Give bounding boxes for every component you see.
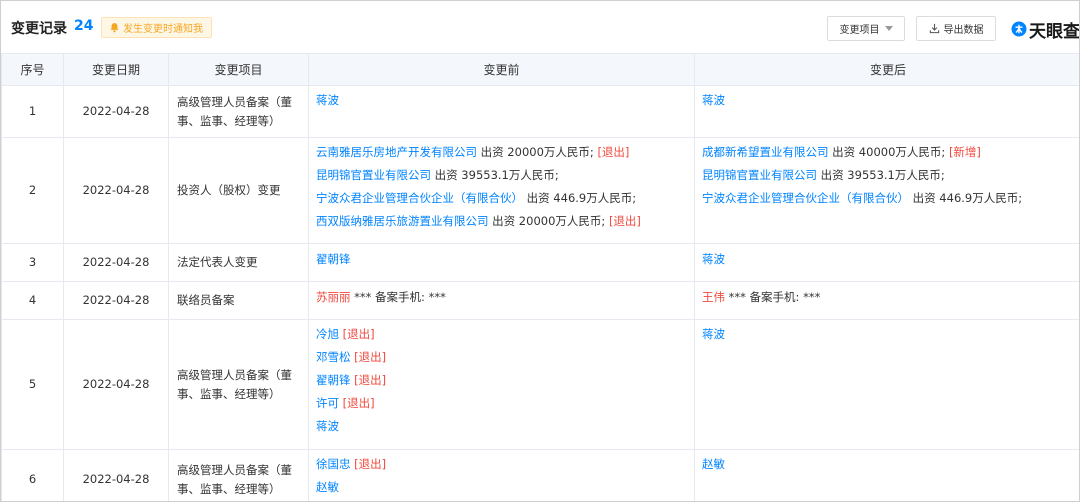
row-change-item: 高级管理人员备案（董事、监事、经理等） (168, 449, 309, 501)
company-link[interactable]: 西双版纳雅居乐旅游置业有限公司 (316, 214, 489, 228)
liaison-name: 苏丽丽 (316, 290, 351, 304)
table-row: 2 2022-04-28 投资人（股权）变更 云南雅居乐房地产开发有限公司 出资… (1, 137, 1079, 244)
investment-text: 出资 39553.1万人民币; (431, 168, 559, 182)
liaison-name: 王伟 (702, 290, 725, 304)
tianyancha-logo-icon (1011, 21, 1027, 37)
row-date: 2022-04-28 (63, 319, 169, 450)
investment-text: 出资 446.9万人民币; (909, 191, 1023, 205)
row-before: 蒋波 (308, 85, 695, 138)
row-before: 苏丽丽 *** 备案手机: *** (308, 281, 695, 320)
liaison-detail: *** 备案手机: *** (725, 290, 821, 304)
person-link[interactable]: 蒋波 (702, 93, 725, 107)
row-change-item: 高级管理人员备案（董事、监事、经理等） (168, 319, 309, 450)
row-before: 云南雅居乐房地产开发有限公司 出资 20000万人民币; [退出] 昆明锦官置业… (308, 137, 695, 244)
bell-icon (110, 23, 119, 33)
panel-title: 变更记录 (11, 21, 67, 37)
table-row: 4 2022-04-28 联络员备案 苏丽丽 *** 备案手机: *** 王伟 … (1, 281, 1079, 320)
person-link[interactable]: 翟朝锋 (316, 373, 351, 387)
export-data-button[interactable]: 导出数据 (916, 16, 996, 41)
person-link[interactable]: 赵敏 (316, 480, 339, 494)
investment-text: 出资 446.9万人民币; (523, 191, 637, 205)
company-link[interactable]: 昆明锦官置业有限公司 (316, 168, 431, 182)
row-index: 5 (1, 319, 64, 450)
investment-text: 出资 20000万人民币; (477, 145, 598, 159)
investment-text: 出资 20000万人民币; (488, 214, 609, 228)
person-link[interactable]: 蒋波 (316, 419, 339, 433)
row-after: 蒋波 (694, 85, 1079, 138)
row-index: 2 (1, 137, 64, 244)
row-after: 赵敏 (694, 449, 1079, 501)
exit-tag: [退出] (608, 214, 641, 228)
column-header-after: 变更后 (694, 53, 1079, 86)
row-after: 王伟 *** 备案手机: *** (694, 281, 1079, 320)
row-date: 2022-04-28 (63, 243, 169, 282)
company-link[interactable]: 宁波众君企业管理合伙企业（有限合伙） (316, 191, 523, 205)
column-header-index: 序号 (1, 53, 64, 86)
person-link[interactable]: 蒋波 (316, 93, 339, 107)
change-records-panel: 变更记录 24 发生变更时通知我 变更项目 导出数据 天眼查 序号 变更日期 变… (0, 0, 1080, 502)
caret-down-icon (884, 26, 893, 31)
company-link[interactable]: 昆明锦官置业有限公司 (702, 168, 817, 182)
person-link[interactable]: 蒋波 (702, 327, 725, 341)
row-index: 4 (1, 281, 64, 320)
column-header-item: 变更项目 (168, 53, 309, 86)
notify-me-button[interactable]: 发生变更时通知我 (101, 17, 212, 38)
row-index: 6 (1, 449, 64, 501)
row-before: 冷旭 [退出] 邓雪松 [退出] 翟朝锋 [退出] 许可 [退出] 蒋波 (308, 319, 695, 450)
person-link[interactable]: 冷旭 (316, 327, 339, 341)
exit-tag: [退出] (597, 145, 630, 159)
company-link[interactable]: 云南雅居乐房地产开发有限公司 (316, 145, 477, 159)
row-change-item: 高级管理人员备案（董事、监事、经理等） (168, 85, 309, 138)
column-header-before: 变更前 (308, 53, 695, 86)
person-link[interactable]: 许可 (316, 396, 339, 410)
row-before: 翟朝锋 (308, 243, 695, 282)
person-link[interactable]: 翟朝锋 (316, 252, 351, 266)
notify-me-label: 发生变更时通知我 (123, 24, 203, 35)
exit-tag: [退出] (354, 350, 387, 364)
person-link[interactable]: 徐国忠 (316, 457, 351, 471)
row-change-item: 投资人（股权）变更 (168, 137, 309, 244)
company-link[interactable]: 宁波众君企业管理合伙企业（有限合伙） (702, 191, 909, 205)
investment-text: 出资 40000万人民币; (828, 145, 949, 159)
row-date: 2022-04-28 (63, 137, 169, 244)
brand-name: 天眼查 (1029, 21, 1080, 42)
row-date: 2022-04-28 (63, 281, 169, 320)
table-row: 1 2022-04-28 高级管理人员备案（董事、监事、经理等） 蒋波 蒋波 (1, 85, 1079, 138)
new-tag: [新增] (948, 145, 981, 159)
exit-tag: [退出] (354, 373, 387, 387)
change-records-table: 序号 变更日期 变更项目 变更前 变更后 1 2022-04-28 高级管理人员… (1, 53, 1079, 501)
table-header-row: 序号 变更日期 变更项目 变更前 变更后 (1, 53, 1079, 86)
person-link[interactable]: 蒋波 (702, 252, 725, 266)
row-date: 2022-04-28 (63, 85, 169, 138)
table-row: 3 2022-04-28 法定代表人变更 翟朝锋 蒋波 (1, 243, 1079, 282)
person-link[interactable]: 赵敏 (702, 457, 725, 471)
record-count: 24 (74, 18, 94, 34)
download-icon (929, 23, 939, 34)
row-after: 蒋波 (694, 319, 1079, 450)
table-row: 6 2022-04-28 高级管理人员备案（董事、监事、经理等） 徐国忠 [退出… (1, 449, 1079, 501)
row-index: 3 (1, 243, 64, 282)
export-label: 导出数据 (943, 25, 984, 36)
tianyancha-logo[interactable]: 天眼查 (1011, 16, 1080, 42)
table-row: 5 2022-04-28 高级管理人员备案（董事、监事、经理等） 冷旭 [退出]… (1, 319, 1079, 450)
person-link[interactable]: 邓雪松 (316, 350, 351, 364)
filter-label: 变更项目 (839, 25, 880, 36)
exit-tag: [退出] (342, 327, 375, 341)
row-change-item: 法定代表人变更 (168, 243, 309, 282)
company-link[interactable]: 成都新希望置业有限公司 (702, 145, 829, 159)
column-header-date: 变更日期 (63, 53, 169, 86)
exit-tag: [退出] (342, 396, 375, 410)
investment-text: 出资 39553.1万人民币; (817, 168, 945, 182)
row-date: 2022-04-28 (63, 449, 169, 501)
row-after: 成都新希望置业有限公司 出资 40000万人民币; [新增] 昆明锦官置业有限公… (694, 137, 1079, 244)
panel-header: 变更记录 24 发生变更时通知我 变更项目 导出数据 天眼查 (1, 1, 1080, 53)
change-item-filter-dropdown[interactable]: 变更项目 (827, 16, 905, 41)
row-index: 1 (1, 85, 64, 138)
row-before: 徐国忠 [退出] 赵敏 (308, 449, 695, 501)
exit-tag: [退出] (354, 457, 387, 471)
row-after: 蒋波 (694, 243, 1079, 282)
liaison-detail: *** 备案手机: *** (350, 290, 446, 304)
row-change-item: 联络员备案 (168, 281, 309, 320)
